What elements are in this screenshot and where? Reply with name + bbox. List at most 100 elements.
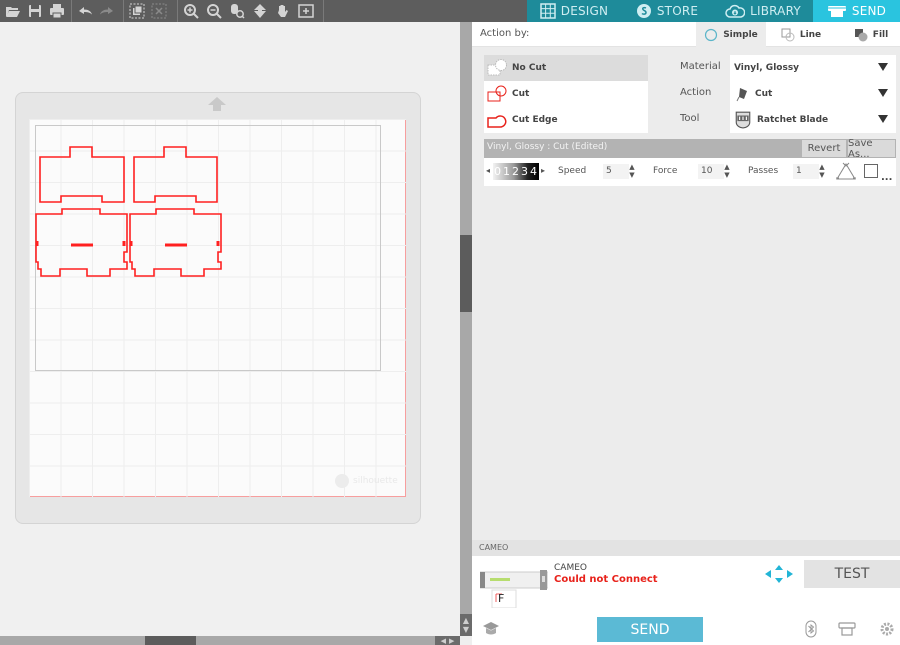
mode-simple[interactable]: Simple [696,22,766,47]
cut-option-no-cut[interactable]: No Cut [484,55,648,81]
device-header-label: CAMEO [479,543,509,552]
blade-depth-gauge[interactable]: 01234 [493,163,539,180]
test-button[interactable]: TEST [804,560,900,588]
tool-value: Ratchet Blade [757,115,829,125]
passes-label: Passes [748,166,779,176]
property-selects: Vinyl, Glossy Cut Ratchet Blade [730,55,896,133]
force-input[interactable]: 10 [698,164,724,179]
move-arrows-icon[interactable] [764,564,794,584]
force-up-icon[interactable]: ▲ [724,163,729,171]
cutter-icon [827,6,846,17]
device-header: CAMEO [472,540,900,556]
grid-icon [540,3,556,19]
passes-input[interactable]: 1 [793,164,819,179]
mat-watermark: silhouette [335,474,398,488]
line-segment-overcut-icon[interactable] [835,162,857,182]
tool-select[interactable]: Ratchet Blade [730,107,896,133]
preset-name: Vinyl, Glossy : Cut (Edited) [487,142,608,152]
more-options-button[interactable]: ... [881,172,892,183]
action-by-row: Action by: Simple Line Fill [472,22,900,47]
cut-shape-bottom-left [35,208,128,277]
tab-store[interactable]: STORE [621,0,713,22]
bluetooth-icon[interactable] [802,620,820,638]
design-shapes [35,146,222,277]
material-select[interactable]: Vinyl, Glossy [730,55,896,81]
save-as-button[interactable]: Save As... [848,138,895,160]
speed-up-icon[interactable]: ▲ [629,163,634,171]
tab-send[interactable]: SEND [813,0,900,22]
cut-options-list: No Cut Cut Cut Edge [484,55,648,133]
scroll-down-icon[interactable]: ▼ [463,625,469,634]
cutter-machine-icon[interactable] [838,620,856,638]
cut-edge-icon [487,115,507,128]
force-down-icon[interactable]: ▼ [724,171,729,179]
cut-shape-top-left [39,146,125,203]
mode-simple-label: Simple [723,29,758,40]
cut-shape-bottom-right [129,208,222,277]
main-nav-tabs: DESIGN STORE LIBRARY SEND [527,0,900,22]
scroll-up-icon[interactable]: ▲ [463,616,469,625]
speed-input[interactable]: 5 [603,164,629,179]
speed-down-icon[interactable]: ▼ [629,171,634,179]
action-by-label: Action by: [480,28,530,39]
action-label: Action [680,87,712,98]
scroll-left-icon[interactable]: ◀ [441,637,446,645]
graduation-cap-icon[interactable] [482,620,500,638]
depth-increase-icon[interactable]: ▸ [541,166,545,175]
device-name: CAMEO [554,563,587,573]
speed-stepper[interactable]: ▲ ▼ [628,163,636,179]
tool-label: Tool [680,113,700,124]
material-label: Material [680,61,721,72]
horizontal-scroll-thumb[interactable] [145,636,196,645]
passes-up-icon[interactable]: ▲ [819,163,824,171]
cut-option-label: Cut [512,89,530,99]
horizontal-scroll-buttons[interactable]: ◀ ▶ [435,636,460,645]
depth-decrease-icon[interactable]: ◂ [486,166,490,175]
silhouette-logo-icon [335,474,349,488]
cut-shape-top-right [133,146,218,203]
material-value: Vinyl, Glossy [734,63,800,73]
chevron-down-icon [878,63,888,71]
tab-design[interactable]: DESIGN [527,0,621,22]
tab-library[interactable]: LIBRARY [713,0,813,22]
cut-icon [487,85,507,102]
cut-option-cut[interactable]: Cut [484,81,648,107]
mode-line[interactable]: Line [766,22,836,47]
tab-send-label: SEND [851,4,887,18]
cameo-machine-image [480,570,548,608]
speed-label: Speed [558,166,587,176]
tab-library-label: LIBRARY [750,4,801,18]
vertical-scroll-buttons[interactable]: ▲ ▼ [460,614,472,636]
overcut-checkbox[interactable] [864,164,878,178]
mode-fill[interactable]: Fill [836,22,900,47]
device-panel: F CAMEO Could not Connect TEST SEND [472,556,900,645]
mode-tabs: Simple Line Fill [696,22,900,47]
action-value: Cut [755,89,773,99]
passes-stepper[interactable]: ▲ ▼ [818,163,826,179]
cut-option-cut-edge[interactable]: Cut Edge [484,107,648,133]
chevron-down-icon [878,89,888,97]
preview-letter: F [498,592,505,605]
no-cut-icon [487,59,507,76]
vertical-scrollbar[interactable] [460,22,472,614]
action-select[interactable]: Cut [730,81,896,107]
fill-mode-icon [854,28,868,41]
force-stepper[interactable]: ▲ ▼ [723,163,731,179]
blade-action-icon [736,88,747,102]
tab-design-label: DESIGN [560,4,609,18]
scroll-right-icon[interactable]: ▶ [449,637,454,645]
horizontal-scrollbar[interactable] [0,636,460,645]
mode-line-label: Line [799,29,822,40]
send-button[interactable]: SEND [597,617,703,642]
property-labels: Material Action Tool [680,59,721,137]
mode-fill-label: Fill [872,29,889,40]
cloud-icon [725,4,746,18]
revert-button[interactable]: Revert [802,140,846,157]
circle-icon [705,28,718,41]
preset-bar: Vinyl, Glossy : Cut (Edited) Revert Save… [484,138,896,160]
passes-down-icon[interactable]: ▼ [819,171,824,179]
ratchet-blade-icon [735,111,751,129]
vertical-scroll-thumb[interactable] [460,235,472,312]
device-status: Could not Connect [554,574,658,585]
gear-icon[interactable] [878,620,896,638]
